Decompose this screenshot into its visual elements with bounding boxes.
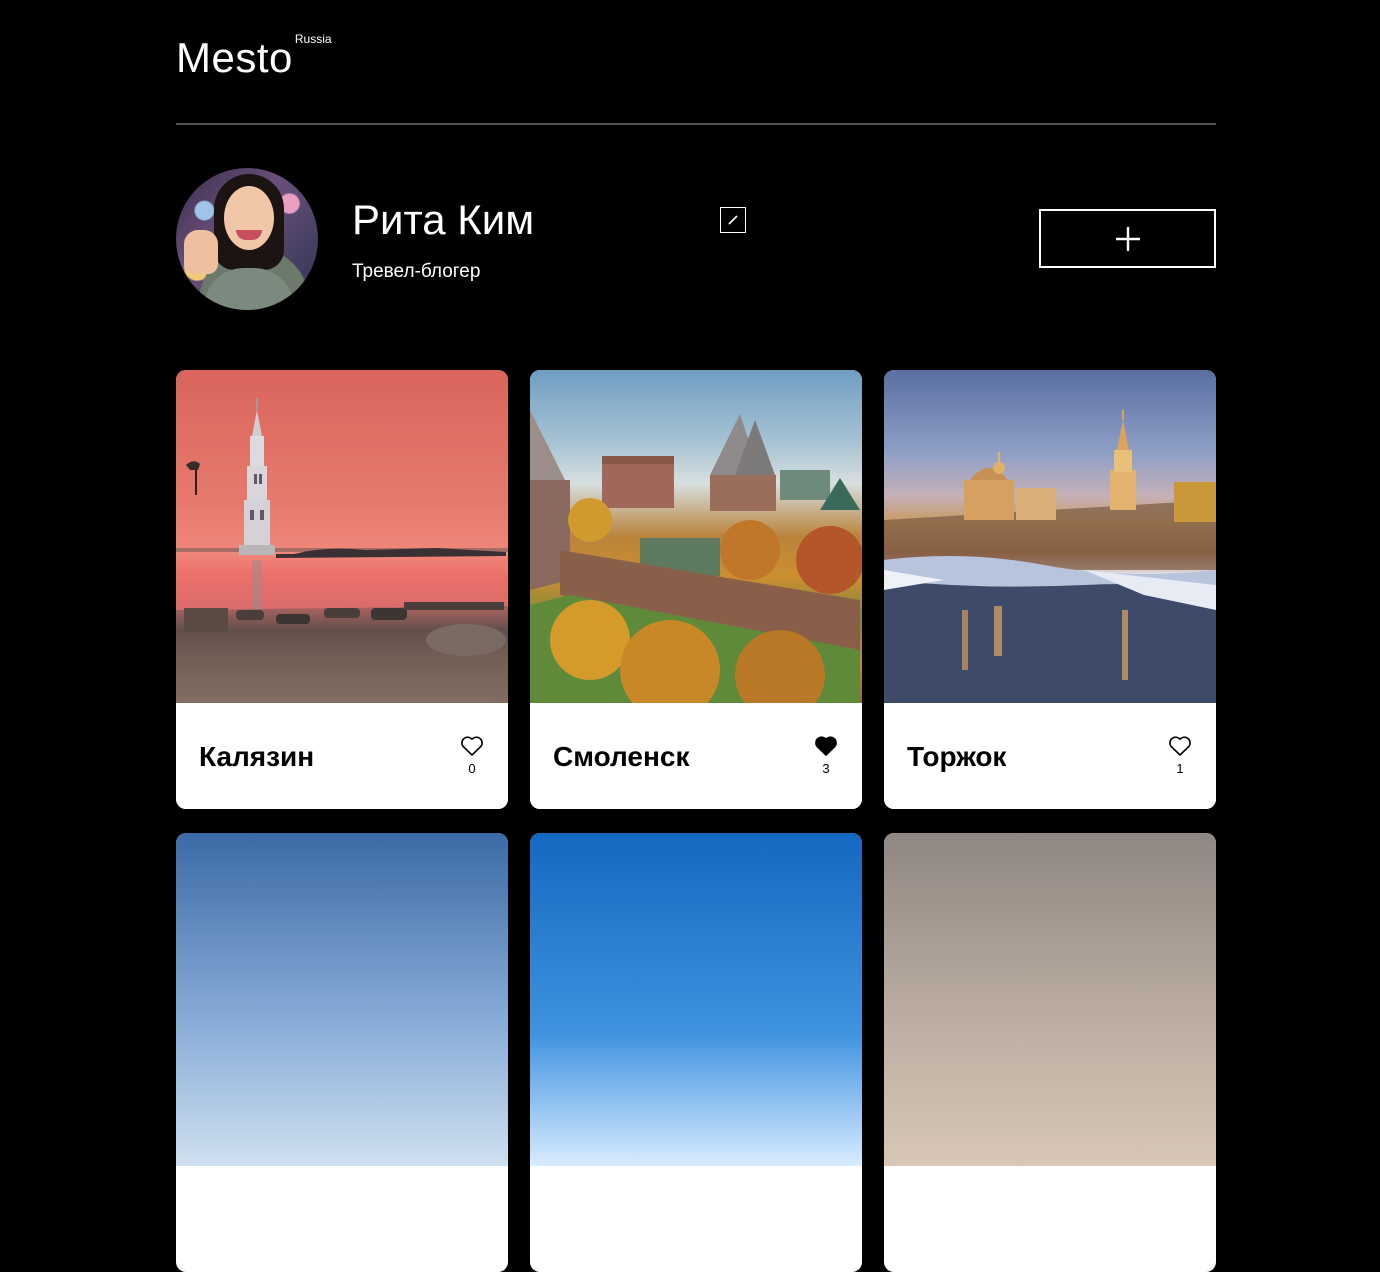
card-title: Торжок [907, 741, 1007, 772]
card-image[interactable] [176, 370, 508, 703]
like-group: 3 [813, 735, 839, 776]
like-count: 0 [468, 761, 476, 776]
card: Торжок 1 [884, 370, 1216, 809]
card-image[interactable] [530, 833, 862, 1166]
like-count: 3 [822, 761, 830, 776]
card-title: Калязин [199, 741, 315, 772]
card-image[interactable] [530, 370, 862, 703]
like-button[interactable] [460, 735, 484, 757]
heart-outline-icon [461, 736, 483, 756]
card: Калязин 0 [176, 370, 508, 809]
profile-name: Рита Ким [352, 196, 535, 243]
card-gallery: Калязин 0 Смоленск 3 Торжок 1 [176, 370, 1216, 1272]
card-body: Калязин 0 [176, 707, 508, 809]
like-group: 1 [1167, 735, 1193, 776]
card: Смоленск 3 [530, 370, 862, 809]
kremlin-illustration [530, 410, 862, 703]
avatar-hand [184, 230, 218, 274]
add-card-button[interactable] [1039, 209, 1216, 268]
avatar-face [224, 186, 274, 250]
avatar[interactable] [176, 168, 318, 310]
pencil-icon [728, 215, 738, 225]
like-group: 0 [459, 735, 485, 776]
card-title: Смоленск [553, 741, 690, 772]
monastery-illustration [884, 410, 1216, 703]
logo: Mesto Russia [176, 32, 332, 81]
heart-filled-icon [815, 736, 837, 756]
card [530, 833, 862, 1272]
card-image[interactable] [884, 370, 1216, 703]
profile: Рита Ким Тревел-блогер [176, 168, 1216, 313]
profile-about: Тревел-блогер [352, 261, 481, 282]
logo-subtitle: Russia [294, 32, 332, 46]
card-body: Торжок 1 [884, 707, 1216, 809]
bell-tower-illustration [176, 398, 508, 703]
header: Mesto Russia [176, 0, 1216, 125]
heart-outline-icon [1169, 736, 1191, 756]
avatar-body [204, 268, 294, 310]
card-image[interactable] [176, 833, 508, 1166]
logo-text: Mesto [176, 34, 293, 81]
like-button[interactable] [814, 735, 838, 757]
card [176, 833, 508, 1272]
like-button[interactable] [1168, 735, 1192, 757]
card [884, 833, 1216, 1272]
plus-icon [1115, 226, 1140, 251]
card-image[interactable] [884, 833, 1216, 1166]
card-body: Смоленск 3 [530, 707, 862, 809]
like-count: 1 [1176, 761, 1184, 776]
page: Mesto Russia Рита Ким Тревел-блогер Каля… [176, 0, 1216, 1272]
edit-profile-button[interactable] [720, 207, 746, 233]
